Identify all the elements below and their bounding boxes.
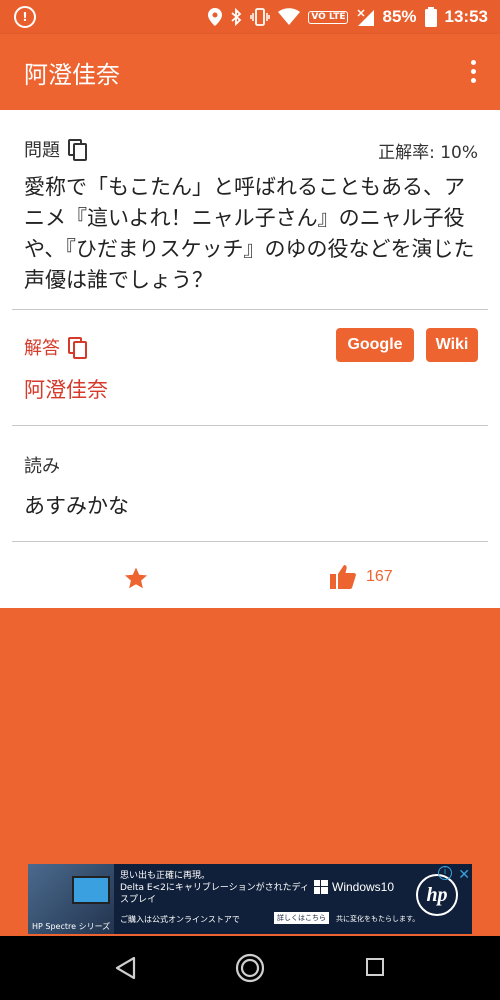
app-bar: 阿澄佳奈 bbox=[0, 34, 500, 110]
battery-icon bbox=[424, 7, 437, 27]
recents-icon[interactable] bbox=[366, 958, 384, 976]
page-title: 阿澄佳奈 bbox=[24, 61, 120, 89]
overflow-menu-icon[interactable] bbox=[466, 60, 480, 86]
ad-image: HP Spectre シリーズ bbox=[28, 864, 114, 934]
notification-icon: ! bbox=[14, 6, 36, 28]
favorite-star-icon[interactable] bbox=[124, 566, 148, 590]
ad-caption: HP Spectre シリーズ bbox=[32, 922, 111, 931]
reading-text: あすみかな bbox=[24, 494, 129, 518]
question-label: 問題 bbox=[24, 140, 60, 161]
windows-text: Windows10 bbox=[332, 880, 395, 894]
location-icon bbox=[208, 8, 223, 26]
status-icons: VO LTE 85% 13:53 bbox=[208, 0, 488, 34]
ad-body: Delta E<2にキャリブレーションがされたディスプレイ bbox=[120, 883, 310, 905]
like-count: 167 bbox=[366, 568, 393, 585]
laptop-image bbox=[72, 876, 110, 904]
thumbs-up-icon bbox=[330, 565, 356, 589]
copy-answer-icon[interactable] bbox=[68, 337, 87, 359]
status-bar: ! VO LTE 85% 13:53 bbox=[0, 0, 500, 34]
clock: 13:53 bbox=[444, 7, 488, 26]
ad-info-icon[interactable]: i bbox=[438, 866, 452, 880]
ad-close-icon[interactable]: ✕ bbox=[458, 866, 470, 883]
answer-text: 阿澄佳奈 bbox=[24, 378, 108, 402]
system-nav-bar bbox=[0, 936, 500, 1000]
reading-label: 読み bbox=[24, 456, 60, 477]
signal-icon bbox=[357, 9, 375, 26]
volte-icon: VO LTE bbox=[308, 10, 349, 24]
vibrate-icon bbox=[250, 8, 271, 26]
accuracy-rate: 正解率: 10% bbox=[378, 143, 478, 163]
divider bbox=[12, 541, 488, 542]
quiz-card: 問題 正解率: 10% 愛称で「もこたん」と呼ばれることもある、アニメ『這いよれ… bbox=[0, 110, 500, 608]
answer-label: 解答 bbox=[24, 338, 60, 359]
divider bbox=[12, 425, 488, 426]
ad-headline: 思い出も正確に再現。 bbox=[120, 871, 211, 881]
home-icon[interactable] bbox=[234, 952, 266, 984]
ad-note: 共に変化をもたらします。 bbox=[336, 915, 420, 923]
battery-percent: 85% bbox=[382, 7, 417, 26]
ad-details-button[interactable]: 詳しくはこちら bbox=[274, 912, 329, 924]
question-label-row: 問題 bbox=[12, 136, 87, 162]
ad-banner[interactable]: HP Spectre シリーズ 思い出も正確に再現。 Delta E<2にキャリ… bbox=[28, 864, 472, 934]
back-icon[interactable] bbox=[114, 956, 136, 980]
wifi-icon bbox=[278, 8, 301, 25]
copy-question-icon[interactable] bbox=[68, 139, 87, 161]
like-button[interactable]: 167 bbox=[330, 565, 393, 589]
bluetooth-icon bbox=[231, 8, 242, 26]
ad-store-text: ご購入は公式オンラインストアで bbox=[120, 915, 240, 924]
google-button[interactable]: Google bbox=[336, 328, 414, 362]
answer-label-row: 解答 bbox=[12, 334, 87, 360]
question-text: 愛称で「もこたん」と呼ばれることもある、アニメ『這いよれ！ニャル子さん』のニャル… bbox=[24, 175, 475, 292]
windows-logo: Windows10 bbox=[314, 880, 394, 894]
wiki-button[interactable]: Wiki bbox=[426, 328, 478, 362]
hp-logo: hp bbox=[416, 874, 458, 916]
windows-icon bbox=[314, 880, 328, 894]
divider bbox=[12, 309, 488, 310]
